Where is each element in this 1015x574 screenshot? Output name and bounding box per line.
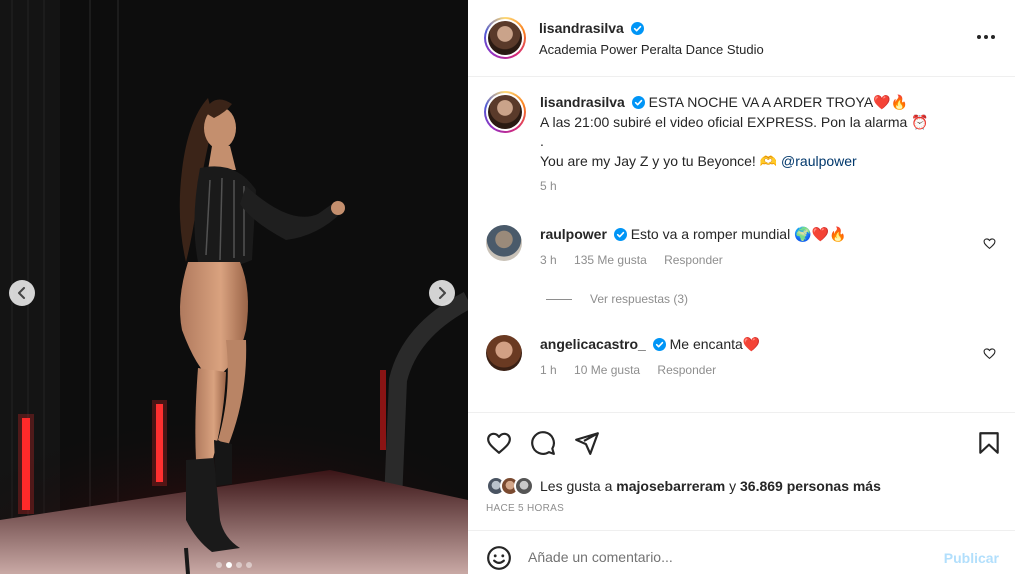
carousel-indicator bbox=[0, 562, 468, 568]
view-replies-label: Ver respuestas (3) bbox=[590, 292, 689, 306]
comment-item: angelicacastro_ Me encanta❤️ 1 h 10 Me g… bbox=[486, 335, 996, 395]
author-avatar[interactable] bbox=[484, 17, 526, 59]
chevron-left-icon bbox=[18, 287, 25, 299]
bookmark-icon[interactable] bbox=[976, 430, 1002, 456]
carousel-dot[interactable] bbox=[246, 562, 252, 568]
comments-list[interactable]: lisandrasilva ESTA NOCHE VA A ARDER TROY… bbox=[468, 78, 1015, 412]
post-caption: lisandrasilva ESTA NOCHE VA A ARDER TROY… bbox=[484, 91, 996, 203]
comment-time[interactable]: 1 h bbox=[540, 363, 557, 377]
caption-line-2: A las 21:00 subiré el video oficial EXPR… bbox=[540, 113, 929, 130]
carousel-dot[interactable] bbox=[216, 562, 222, 568]
commenter-avatar[interactable] bbox=[486, 335, 522, 371]
likes-middle: y bbox=[725, 478, 741, 494]
post-header: lisandrasilva Academia Power Peralta Dan… bbox=[468, 0, 1015, 77]
post-media[interactable] bbox=[0, 0, 468, 574]
more-options-icon[interactable] bbox=[975, 30, 997, 44]
commenter-avatar[interactable] bbox=[486, 225, 522, 261]
caption-avatar[interactable] bbox=[484, 91, 526, 133]
author-username[interactable]: lisandrasilva bbox=[539, 20, 624, 36]
comment-time[interactable]: 3 h bbox=[540, 253, 557, 267]
comment-likes-count[interactable]: 10 Me gusta bbox=[574, 363, 640, 377]
comment-like-heart-icon[interactable] bbox=[983, 237, 996, 250]
next-photo-button[interactable] bbox=[429, 280, 455, 306]
likes-prefix: Les gusta a bbox=[540, 478, 617, 494]
chevron-right-icon bbox=[439, 287, 446, 299]
post-location[interactable]: Academia Power Peralta Dance Studio bbox=[539, 42, 764, 57]
post-actions: Les gusta a majosebarreram y 36.869 pers… bbox=[468, 412, 1015, 530]
previous-photo-button[interactable] bbox=[9, 280, 35, 306]
view-replies-divider bbox=[546, 298, 572, 300]
verified-icon bbox=[631, 96, 645, 109]
verified-icon bbox=[631, 22, 645, 35]
post-timestamp[interactable]: HACE 5 HORAS bbox=[486, 503, 564, 514]
verified-icon bbox=[652, 338, 666, 351]
caption-username[interactable]: lisandrasilva bbox=[540, 94, 625, 110]
share-icon[interactable] bbox=[574, 430, 600, 456]
caption-line-3: . bbox=[540, 133, 544, 149]
caption-mention-link[interactable]: @raulpower bbox=[781, 153, 857, 169]
emoji-icon[interactable] bbox=[486, 545, 512, 571]
commenter-username[interactable]: angelicacastro_ bbox=[540, 336, 646, 352]
likes-user-link[interactable]: majosebarreram bbox=[616, 478, 725, 494]
caption-line-4: You are my Jay Z y yo tu Beyonce! 🫶 bbox=[540, 152, 782, 169]
carousel-dot[interactable] bbox=[236, 562, 242, 568]
comment-text: Me encanta❤️ bbox=[669, 336, 761, 352]
post-sidebar: lisandrasilva Academia Power Peralta Dan… bbox=[468, 0, 1015, 574]
heart-icon[interactable] bbox=[486, 430, 512, 456]
reply-button[interactable]: Responder bbox=[664, 253, 723, 267]
add-comment-bar: Publicar bbox=[468, 530, 1015, 574]
publish-button[interactable]: Publicar bbox=[944, 550, 999, 566]
carousel-dot-active[interactable] bbox=[226, 562, 232, 568]
commenter-username[interactable]: raulpower bbox=[540, 226, 607, 242]
instagram-post-modal: lisandrasilva Academia Power Peralta Dan… bbox=[0, 0, 1015, 574]
view-replies-button[interactable]: Ver respuestas (3) bbox=[546, 292, 688, 306]
post-photo bbox=[0, 0, 468, 574]
likes-count-link[interactable]: 36.869 personas más bbox=[740, 478, 881, 494]
comment-likes-count[interactable]: 135 Me gusta bbox=[574, 253, 647, 267]
comment-item: raulpower Esto va a romper mundial 🌍❤️🔥 … bbox=[486, 225, 996, 285]
comment-like-heart-icon[interactable] bbox=[983, 347, 996, 360]
verified-icon bbox=[613, 228, 627, 241]
comment-text: Esto va a romper mundial 🌍❤️🔥 bbox=[630, 226, 847, 242]
comment-input[interactable] bbox=[528, 543, 928, 571]
likes-summary: Les gusta a majosebarreram y 36.869 pers… bbox=[486, 476, 881, 496]
liker-avatar[interactable] bbox=[514, 476, 534, 496]
reply-button[interactable]: Responder bbox=[657, 363, 716, 377]
caption-line-1: ESTA NOCHE VA A ARDER TROYA❤️🔥 bbox=[648, 94, 909, 110]
caption-time[interactable]: 5 h bbox=[540, 179, 557, 193]
comment-icon[interactable] bbox=[530, 430, 556, 456]
